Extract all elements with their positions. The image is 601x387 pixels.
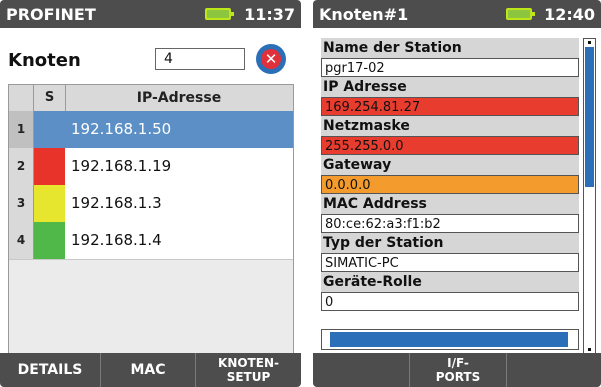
ip-address-cell: 192.168.1.3 (65, 185, 293, 222)
gateway-field[interactable]: 0.0.0.0 (321, 175, 579, 194)
status-indicator (33, 185, 66, 222)
battery-icon (205, 8, 234, 20)
title-bar: Knoten#1 12:40 (313, 0, 601, 28)
ip-address-field[interactable]: 169.254.81.27 (321, 97, 579, 116)
clock: 12:40 (544, 5, 595, 24)
battery-icon (506, 8, 535, 20)
scroll-up-icon[interactable] (588, 41, 591, 44)
netmask-field[interactable]: 255.255.0.0 (321, 136, 579, 155)
knoten-setup-label-line2: SETUP (226, 370, 271, 384)
mac-address-label: MAC Address (321, 194, 579, 214)
gateway-label: Gateway (321, 155, 579, 175)
close-button[interactable]: ✕ (256, 44, 286, 74)
softkey-bar: DETAILS MAC KNOTEN- SETUP (0, 353, 301, 387)
table-row[interactable]: 4 192.168.1.4 (9, 222, 293, 260)
softkey-bar: I/F- PORTS (313, 353, 601, 387)
clock: 11:37 (244, 5, 295, 24)
station-type-label: Typ der Station (321, 233, 579, 253)
status-indicator (33, 148, 66, 185)
node-detail-screen: Knoten#1 12:40 Name der Station pgr17-02… (313, 0, 601, 387)
netmask-label: Netzmaske (321, 116, 579, 136)
details-button[interactable]: DETAILS (0, 353, 100, 387)
if-ports-label-line1: I/F- (447, 356, 469, 370)
if-ports-button[interactable]: I/F- PORTS (410, 353, 506, 387)
horizontal-scroll-thumb[interactable] (330, 332, 568, 347)
profinet-node-list-screen: PROFINET 11:37 Knoten 4 ✕ S IP-Adresse 1… (0, 0, 301, 387)
status-column-header: S (33, 85, 66, 111)
row-number: 4 (9, 222, 33, 259)
detail-form: Name der Station pgr17-02 IP Adresse 169… (321, 38, 579, 311)
ip-column-header: IP-Adresse (136, 90, 222, 106)
knoten-setup-button[interactable]: KNOTEN- SETUP (196, 353, 301, 387)
vertical-scroll-thumb[interactable] (585, 47, 594, 187)
title-bar: PROFINET 11:37 (0, 0, 301, 28)
close-icon: ✕ (261, 49, 281, 69)
horizontal-scrollbar[interactable] (321, 329, 579, 350)
status-indicator (33, 222, 66, 259)
screen-title: Knoten#1 (319, 5, 409, 24)
row-number: 3 (9, 185, 33, 222)
table-row[interactable]: 1 192.168.1.50 (9, 111, 293, 149)
station-name-label: Name der Station (321, 38, 579, 58)
mac-button[interactable]: MAC (101, 353, 195, 387)
station-type-field[interactable]: SIMATIC-PC (321, 253, 579, 272)
table-header: S IP-Adresse (9, 85, 293, 112)
scroll-down-icon[interactable] (588, 348, 591, 351)
knoten-setup-label-line1: KNOTEN- (218, 356, 279, 370)
vertical-scrollbar[interactable] (583, 38, 596, 354)
if-ports-label-line2: PORTS (435, 370, 481, 384)
status-indicator (33, 111, 66, 148)
station-name-field[interactable]: pgr17-02 (321, 58, 579, 77)
table-row[interactable]: 3 192.168.1.3 (9, 185, 293, 223)
row-number: 1 (9, 111, 33, 148)
ip-address-cell: 192.168.1.19 (65, 148, 293, 185)
row-number: 2 (9, 148, 33, 185)
screen-title: PROFINET (6, 5, 96, 24)
knoten-count-field[interactable]: 4 (155, 48, 245, 70)
ip-address-cell: 192.168.1.4 (65, 222, 293, 259)
ip-address-cell: 192.168.1.50 (65, 111, 293, 148)
mac-address-field[interactable]: 80:ce:62:a3:f1:b2 (321, 214, 579, 233)
ip-address-label: IP Adresse (321, 77, 579, 97)
table-row[interactable]: 2 192.168.1.19 (9, 148, 293, 186)
knoten-label: Knoten (8, 50, 81, 71)
device-role-field[interactable]: 0 (321, 292, 579, 311)
node-table: S IP-Adresse 1 192.168.1.50 2 192.168.1.19 3… (8, 84, 294, 356)
device-role-label: Geräte-Rolle (321, 272, 579, 292)
